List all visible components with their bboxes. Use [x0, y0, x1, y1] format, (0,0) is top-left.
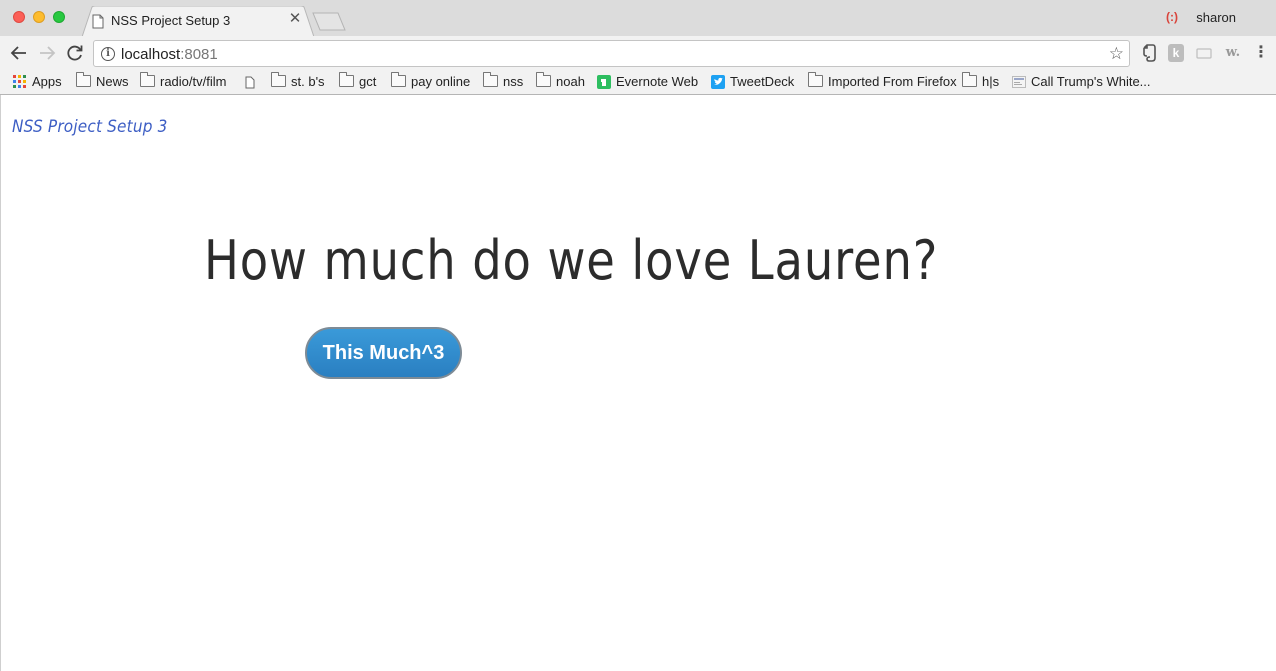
bookmark-star-icon[interactable]: ☆ [1109, 44, 1124, 64]
bookmark-gct[interactable]: gct [339, 72, 377, 91]
bookmark-label: Apps [32, 74, 62, 89]
page-content: NSS Project Setup 3 How much do we love … [0, 95, 1276, 671]
bookmark-label: News [96, 74, 129, 89]
folder-icon [536, 72, 551, 87]
close-tab-icon[interactable]: ✕ [287, 11, 303, 27]
url-host: localhost [121, 46, 181, 63]
folder-icon [339, 72, 354, 87]
bookmark-label: st. b's [291, 74, 325, 89]
maximize-window-button[interactable] [53, 11, 65, 23]
new-tab-button[interactable] [312, 12, 346, 32]
reload-icon [67, 45, 83, 61]
folder-icon [962, 72, 977, 87]
browser-chrome: NSS Project Setup 3 ✕ (:) sharon i local… [0, 0, 1276, 95]
info-icon[interactable]: i [101, 47, 115, 61]
bookmark-pay-online[interactable]: pay online [391, 72, 471, 91]
bookmark-news[interactable]: News [76, 72, 129, 91]
bookmark-label: pay online [411, 74, 471, 89]
profile-icon: (:) [1166, 10, 1178, 24]
bookmark-label: noah [556, 74, 585, 89]
folder-icon [391, 72, 406, 87]
bookmark-apps[interactable]: Apps [13, 73, 62, 91]
bookmark-label: Imported From Firefox [828, 74, 957, 89]
url-port: :8081 [180, 46, 218, 63]
bookmark-tweetdeck[interactable]: TweetDeck [711, 73, 794, 91]
site-brand-link[interactable]: NSS Project Setup 3 [12, 117, 168, 137]
bookmark-imported-from-firefox[interactable]: Imported From Firefox [808, 72, 957, 91]
bookmark-noah[interactable]: noah [536, 72, 585, 91]
address-bar[interactable]: i localhost:8081 ☆ [93, 40, 1130, 67]
page-icon [92, 14, 104, 29]
bookmarks-bar: Apps News radio/tv/film st. b's gct pay … [0, 70, 1276, 94]
bookmark-call-trumps-white-house[interactable]: Call Trump's White... [1012, 73, 1151, 91]
menu-icon[interactable]: ⋮ [1253, 44, 1269, 62]
page-icon [245, 76, 255, 89]
folder-icon [140, 72, 155, 87]
forward-button[interactable] [35, 41, 59, 65]
folder-icon [271, 72, 286, 87]
site-thumbnail-icon [1012, 76, 1026, 88]
bookmark-label: TweetDeck [730, 74, 795, 89]
bookmark-page[interactable] [245, 73, 260, 91]
evernote-extension-icon[interactable] [1141, 44, 1157, 62]
back-button[interactable] [7, 41, 31, 65]
url-text[interactable]: localhost:8081 [121, 46, 218, 63]
apps-grid-icon [13, 75, 26, 88]
tab-strip: NSS Project Setup 3 ✕ (:) sharon [0, 0, 1276, 37]
this-much-button[interactable]: This Much^3 [305, 327, 462, 379]
bookmark-hs[interactable]: h|s [962, 72, 1000, 91]
bookmark-label: gct [359, 74, 377, 89]
evernote-icon [597, 75, 611, 89]
profile-name[interactable]: sharon [1196, 10, 1236, 25]
back-arrow-icon [10, 46, 26, 60]
close-window-button[interactable] [13, 11, 25, 23]
bookmark-label: radio/tv/film [160, 74, 227, 89]
reload-button[interactable] [63, 41, 87, 65]
bookmark-label: Call Trump's White... [1031, 74, 1151, 89]
bookmark-label: h|s [982, 74, 1000, 89]
folder-icon [483, 72, 498, 87]
bookmark-evernote-web[interactable]: Evernote Web [597, 73, 698, 91]
folder-icon [76, 72, 91, 87]
forward-arrow-icon [40, 46, 56, 60]
bookmark-label: Evernote Web [616, 74, 699, 89]
page-headline: How much do we love Lauren? [204, 229, 939, 292]
bookmark-radio-tv-film[interactable]: radio/tv/film [140, 72, 227, 91]
bookmark-st-bs[interactable]: st. b's [271, 72, 325, 91]
twitter-icon [711, 75, 725, 89]
tab-active[interactable]: NSS Project Setup 3 ✕ [82, 6, 314, 37]
extension-w-icon[interactable]: w. [1222, 44, 1244, 62]
toolbar: i localhost:8081 ☆ k w. ⋮ [0, 36, 1276, 70]
tab-title: NSS Project Setup 3 [111, 13, 231, 28]
folder-icon [808, 72, 823, 87]
extension-k-icon[interactable]: k [1168, 44, 1184, 62]
bookmark-nss[interactable]: nss [483, 72, 524, 91]
minimize-window-button[interactable] [33, 11, 45, 23]
bookmark-label: nss [503, 74, 524, 89]
extension-card-icon[interactable] [1196, 44, 1212, 62]
